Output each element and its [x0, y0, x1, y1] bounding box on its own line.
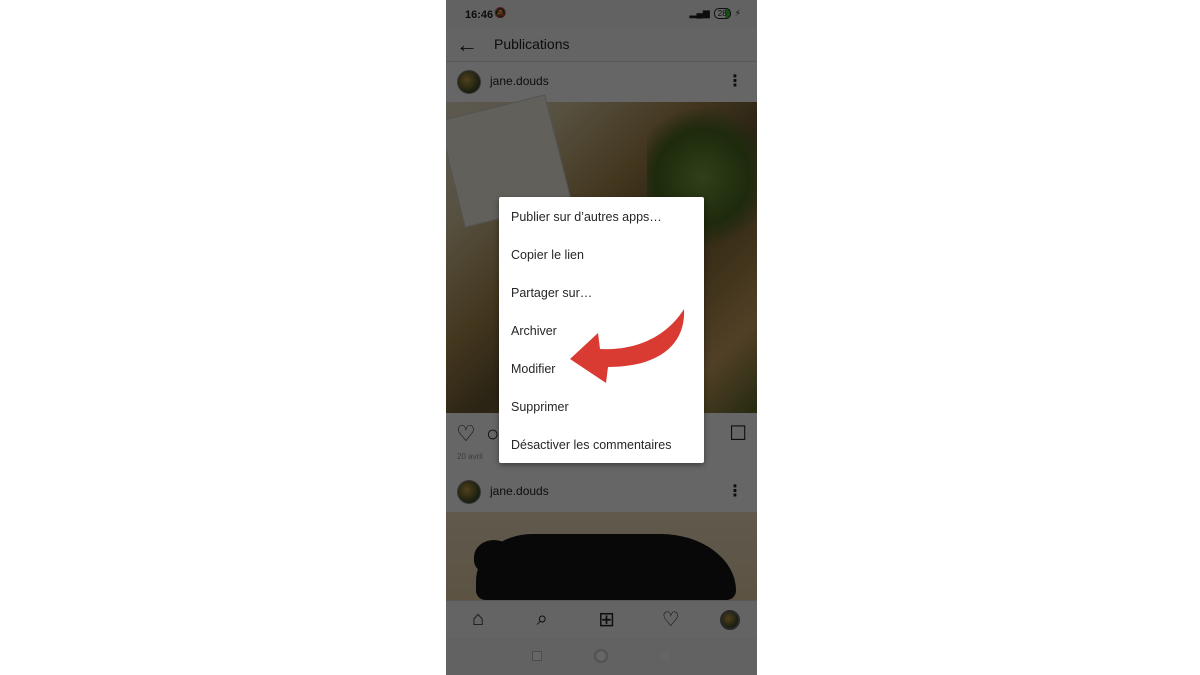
curved-arrow-icon [570, 309, 685, 383]
menu-item-disable-comments[interactable]: Désactiver les commentaires [511, 438, 671, 452]
menu-item-share-other-apps[interactable]: Publier sur d’autres apps… [511, 210, 662, 224]
menu-item-share-on[interactable]: Partager sur… [511, 286, 592, 300]
menu-item-copy-link[interactable]: Copier le lien [511, 248, 584, 262]
menu-item-edit[interactable]: Modifier [511, 362, 555, 376]
menu-item-delete[interactable]: Supprimer [511, 400, 569, 414]
menu-item-archive[interactable]: Archiver [511, 324, 557, 338]
red-arrow-annotation [570, 309, 685, 383]
